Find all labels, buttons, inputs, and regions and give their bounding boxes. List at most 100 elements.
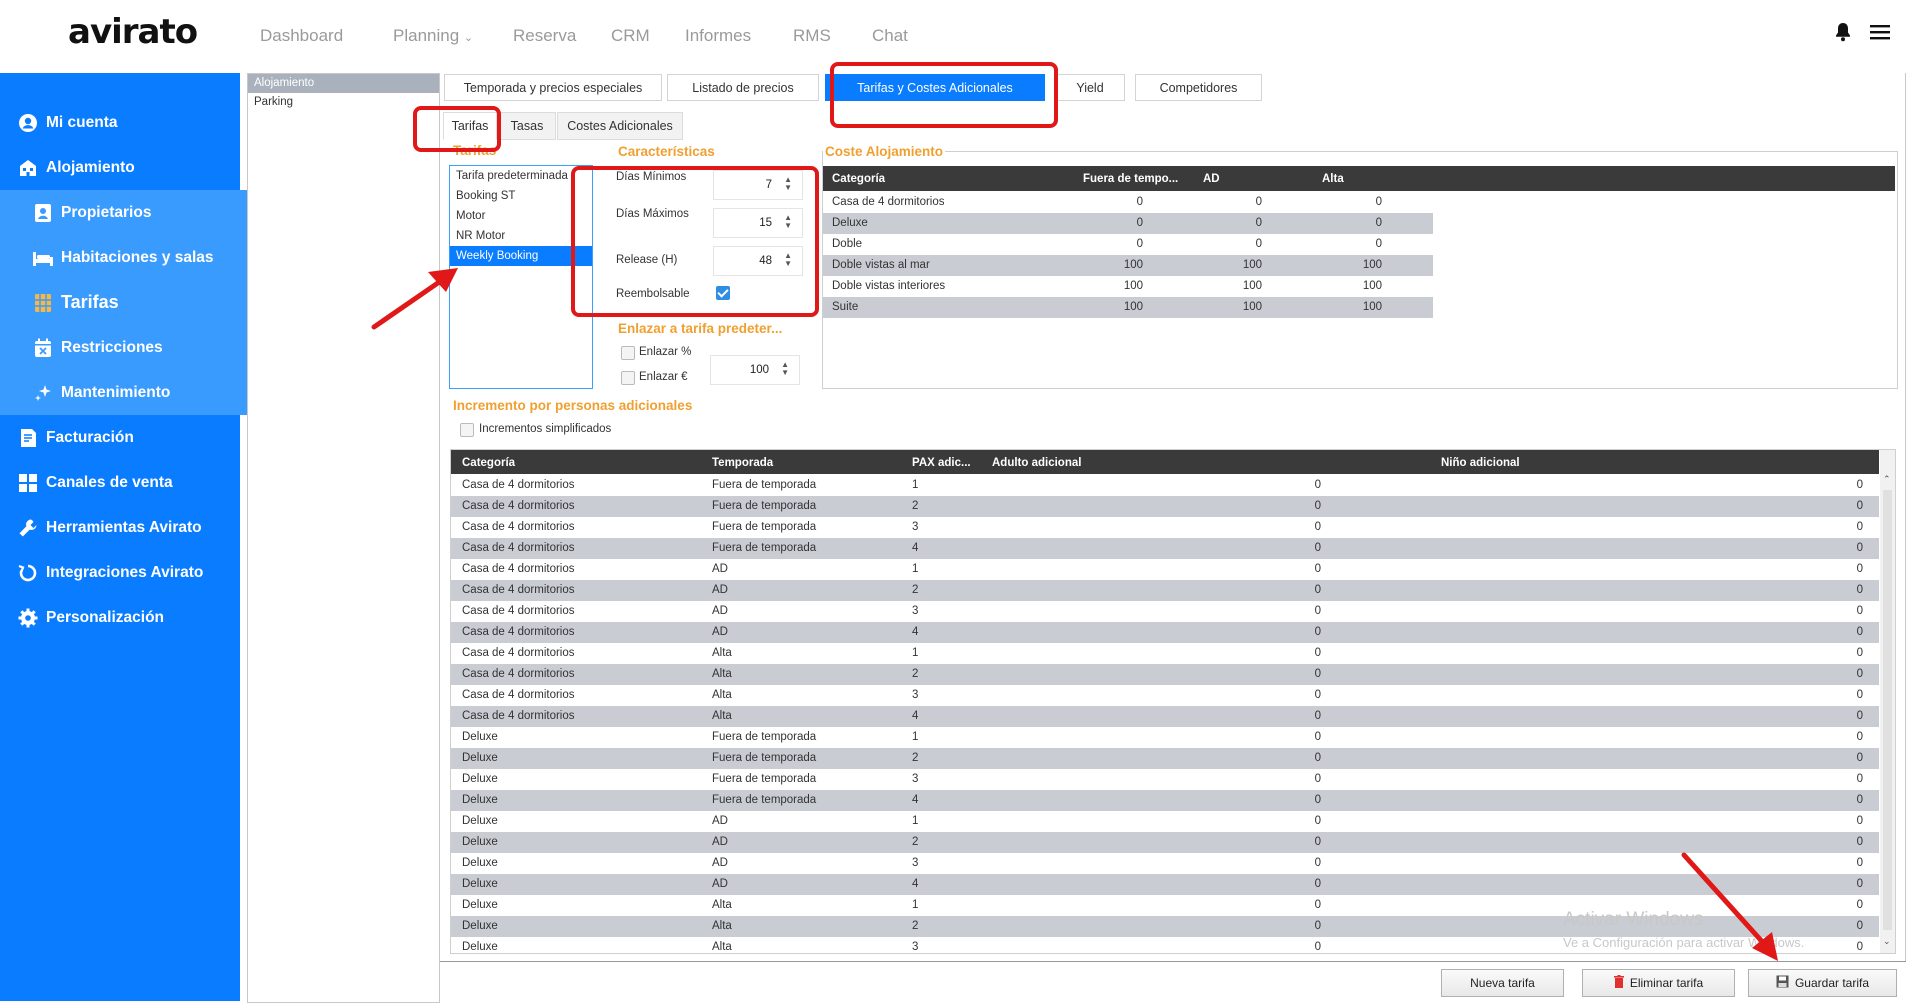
- nav-planning[interactable]: Planning ⌄: [393, 26, 473, 46]
- pax-table-scrollbar[interactable]: ⌃ ⌄: [1880, 450, 1895, 953]
- table-cell: 0: [1136, 217, 1143, 229]
- table-row[interactable]: Casa de 4 dormitorios AD 2 0 0: [451, 580, 1879, 601]
- tab-yield[interactable]: Yield: [1055, 74, 1125, 101]
- enlazar-pct-checkbox[interactable]: [621, 346, 635, 360]
- tab-competidores[interactable]: Competidores: [1135, 74, 1262, 101]
- tab-costes-adicionales[interactable]: Costes Adicionales: [557, 112, 683, 140]
- table-cell: 0: [1856, 710, 1863, 722]
- sidebar-item-mantenimiento[interactable]: Mantenimiento: [0, 370, 271, 415]
- table-cell: Alta: [712, 710, 732, 722]
- sidebar-item-tarifas[interactable]: Tarifas: [0, 280, 271, 325]
- nav-crm[interactable]: CRM: [611, 26, 650, 46]
- nav-dashboard[interactable]: Dashboard: [260, 26, 343, 46]
- coste-table-row[interactable]: Deluxe 0 0 0: [823, 213, 1433, 234]
- table-row[interactable]: Casa de 4 dormitorios Alta 3 0 0: [451, 685, 1879, 706]
- table-cell: 100: [1123, 259, 1143, 271]
- tab-temporada[interactable]: Temporada y precios especiales: [444, 74, 662, 101]
- table-row[interactable]: Casa de 4 dormitorios Alta 1 0 0: [451, 643, 1879, 664]
- table-cell: Alta: [712, 647, 732, 659]
- eliminar-tarifa-button[interactable]: Eliminar tarifa: [1582, 969, 1735, 997]
- scroll-thumb[interactable]: [1883, 490, 1892, 930]
- table-row[interactable]: Casa de 4 dormitorios AD 1 0 0: [451, 559, 1879, 580]
- scroll-up-icon[interactable]: ⌃: [1883, 474, 1891, 485]
- table-cell: Casa de 4 dormitorios: [462, 605, 575, 617]
- table-row[interactable]: Deluxe Fuera de temporada 3 0 0: [451, 769, 1879, 790]
- nav-informes[interactable]: Informes: [685, 26, 751, 46]
- coste-table-row[interactable]: Doble 0 0 0: [823, 234, 1433, 255]
- sidebar-item-propietarios[interactable]: Propietarios: [0, 190, 271, 235]
- guardar-tarifa-button[interactable]: Guardar tarifa: [1748, 969, 1897, 997]
- table-row[interactable]: Casa de 4 dormitorios Fuera de temporada 3…: [451, 517, 1879, 538]
- coste-table-row[interactable]: Doble vistas interiores 100 100 100: [823, 276, 1433, 297]
- table-cell: 0: [1314, 920, 1321, 932]
- nav-planning-label: Planning: [393, 26, 460, 45]
- sparkle-icon: [31, 381, 55, 405]
- table-cell: 0: [1856, 605, 1863, 617]
- table-row[interactable]: Casa de 4 dormitorios Fuera de temporada 2…: [451, 496, 1879, 517]
- column-header[interactable]: Temporada: [712, 457, 773, 469]
- table-cell: Deluxe: [462, 920, 498, 932]
- table-row[interactable]: Deluxe Fuera de temporada 1 0 0: [451, 727, 1879, 748]
- tab-tasas[interactable]: Tasas: [498, 112, 556, 140]
- column-header[interactable]: Fuera de tempo...: [1083, 173, 1178, 185]
- table-cell: 0: [1314, 857, 1321, 869]
- sidebar-item-restricciones[interactable]: Restricciones: [0, 325, 271, 370]
- column-header[interactable]: Alta: [1322, 173, 1344, 185]
- sidebar-item-habitaciones[interactable]: Habitaciones y salas: [0, 235, 271, 280]
- bell-icon[interactable]: [1834, 22, 1852, 42]
- column-header[interactable]: Adulto adicional: [992, 457, 1081, 469]
- table-row[interactable]: Casa de 4 dormitorios Alta 4 0 0: [451, 706, 1879, 727]
- column-header[interactable]: PAX adic...: [912, 457, 971, 469]
- table-row[interactable]: Deluxe AD 3 0 0: [451, 853, 1879, 874]
- property-item-parking[interactable]: Parking: [248, 93, 439, 112]
- nueva-tarifa-button[interactable]: Nueva tarifa: [1441, 969, 1564, 997]
- sidebar-item-personalizacion[interactable]: Personalización: [0, 595, 256, 640]
- table-row[interactable]: Deluxe Fuera de temporada 2 0 0: [451, 748, 1879, 769]
- table-row[interactable]: Casa de 4 dormitorios Fuera de temporada 1…: [451, 475, 1879, 496]
- hamburger-menu-icon[interactable]: [1870, 24, 1890, 40]
- table-row[interactable]: Deluxe AD 4 0 0: [451, 874, 1879, 895]
- table-cell: AD: [712, 815, 728, 827]
- tab-listado-precios[interactable]: Listado de precios: [667, 74, 819, 101]
- stepper-arrows-icon[interactable]: ▲ ▼: [781, 361, 789, 377]
- sidebar-item-integraciones[interactable]: Integraciones Avirato: [0, 550, 256, 595]
- sidebar-item-mi-cuenta[interactable]: Mi cuenta: [0, 100, 256, 145]
- channels-icon: [16, 471, 40, 495]
- table-cell: 0: [1255, 238, 1262, 250]
- chevron-down-icon: ⌄: [463, 32, 474, 44]
- sidebar-item-label: Tarifas: [61, 292, 119, 312]
- table-row[interactable]: Deluxe Fuera de temporada 4 0 0: [451, 790, 1879, 811]
- sidebar-item-label: Mi cuenta: [46, 113, 118, 131]
- sidebar-item-herramientas[interactable]: Herramientas Avirato: [0, 505, 256, 550]
- table-row[interactable]: Casa de 4 dormitorios Alta 2 0 0: [451, 664, 1879, 685]
- table-row[interactable]: Deluxe AD 2 0 0: [451, 832, 1879, 853]
- sidebar-item-canales[interactable]: Canales de venta: [0, 460, 256, 505]
- calendar-x-icon: [31, 336, 55, 360]
- sidebar-item-label: Mantenimiento: [61, 383, 171, 401]
- integration-icon: [16, 561, 40, 585]
- column-header[interactable]: AD: [1203, 173, 1220, 185]
- column-header[interactable]: Niño adicional: [1441, 457, 1520, 469]
- table-row[interactable]: Casa de 4 dormitorios AD 4 0 0: [451, 622, 1879, 643]
- property-item-alojamiento[interactable]: Alojamiento: [248, 74, 439, 93]
- enlazar-eur-checkbox[interactable]: [621, 371, 635, 385]
- incrementos-simplificados-checkbox[interactable]: [460, 423, 474, 437]
- table-row[interactable]: Deluxe AD 1 0 0: [451, 811, 1879, 832]
- column-header[interactable]: Categoría: [462, 457, 515, 469]
- sidebar-item-alojamiento[interactable]: Alojamiento: [0, 145, 256, 190]
- column-header[interactable]: Categoría: [832, 173, 885, 185]
- table-row[interactable]: Casa de 4 dormitorios Fuera de temporada 4…: [451, 538, 1879, 559]
- nav-reserva[interactable]: Reserva: [513, 26, 576, 46]
- coste-table-row[interactable]: Suite 100 100 100: [823, 297, 1433, 318]
- nav-rms[interactable]: RMS: [793, 26, 831, 46]
- logo[interactable]: avirato: [68, 12, 198, 52]
- sidebar-item-facturacion[interactable]: Facturación: [0, 415, 256, 460]
- table-row[interactable]: Casa de 4 dormitorios AD 3 0 0: [451, 601, 1879, 622]
- table-cell: 0: [1856, 836, 1863, 848]
- coste-table-row[interactable]: Doble vistas al mar 100 100 100: [823, 255, 1433, 276]
- coste-table-row[interactable]: Casa de 4 dormitorios 0 0 0: [823, 192, 1433, 213]
- table-cell: 0: [1375, 238, 1382, 250]
- enlazar-value-stepper[interactable]: 100 ▲ ▼: [710, 355, 800, 385]
- scroll-down-icon[interactable]: ⌄: [1883, 936, 1891, 947]
- nav-chat[interactable]: Chat: [872, 26, 908, 46]
